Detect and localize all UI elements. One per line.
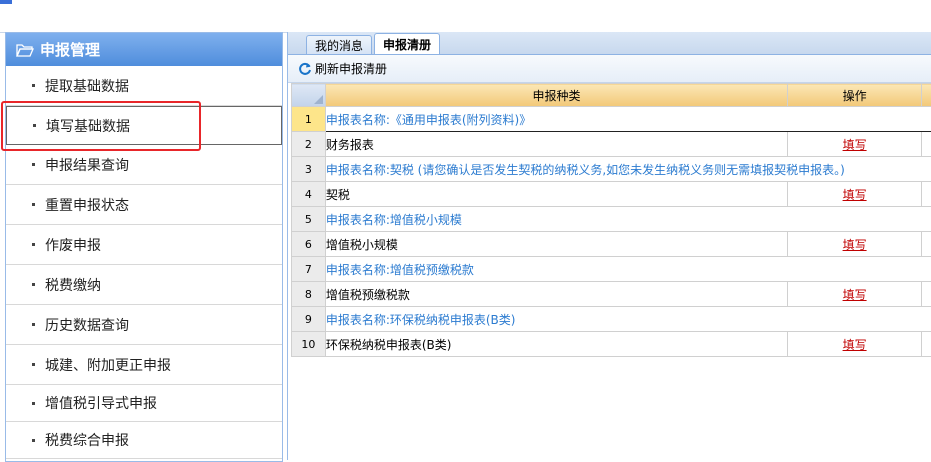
sidebar-item-label: 提取基础数据 [45,76,129,96]
sidebar-item-label: 税费缴纳 [45,275,101,295]
bullet-icon [32,323,35,326]
sidebar-item-reset-status[interactable]: 重置申报状态 [6,185,282,225]
row-number: 3 [292,157,326,182]
sidebar-item-label: 税费综合申报 [45,430,129,450]
table-row[interactable]: 8 增值税预缴税款 填写 [292,282,931,307]
sidebar-item-label: 重置申报状态 [45,195,129,215]
form-name: 增值税预缴税款 [325,282,787,307]
table-row[interactable]: 10 环保税纳税申报表(B类) 填写 [292,332,931,357]
sidebar-item-surcharge-correction[interactable]: 城建、附加更正申报 [6,345,282,385]
column-header-filler [921,84,931,107]
folder-open-icon [16,43,34,57]
section-title[interactable]: 申报表名称:契税 (请您确认是否发生契税的纳税义务,如您未发生纳税义务则无需填报… [325,157,931,182]
sidebar-item-label: 作废申报 [45,235,101,255]
sidebar-item-tax-payment[interactable]: 税费缴纳 [6,265,282,305]
tab-declaration-list[interactable]: 申报清册 [374,33,440,54]
form-name: 环保税纳税申报表(B类) [325,332,787,357]
form-name: 契税 [325,182,787,207]
column-header-type[interactable]: 申报种类 [325,84,787,107]
fill-link[interactable]: 填写 [843,288,867,302]
bullet-icon [33,124,36,127]
column-header-action[interactable]: 操作 [788,84,922,107]
bullet-icon [32,283,35,286]
sidebar-item-label: 申报结果查询 [45,155,129,175]
bullet-icon [32,439,35,442]
toolbar: 刷新申报清册 [288,55,931,83]
table-corner[interactable] [292,84,326,107]
row-number: 10 [292,332,326,357]
table-row[interactable]: 2 财务报表 填写 [292,132,931,157]
row-number: 6 [292,232,326,257]
sidebar: 申报管理 提取基础数据 填写基础数据 申报结果查询 重置申报状态 作废申报 税费… [5,32,283,462]
row-number: 1 [292,107,326,132]
row-number: 5 [292,207,326,232]
bullet-icon [32,402,35,405]
row-number: 8 [292,282,326,307]
declaration-table: 申报种类 操作 1 申报表名称:《通用申报表(附列资料)》 2 财务报表 填写 … [291,83,931,357]
sidebar-item-vat-guided[interactable]: 增值税引导式申报 [6,385,282,422]
sidebar-item-void[interactable]: 作废申报 [6,225,282,265]
fill-link[interactable]: 填写 [843,138,867,152]
row-number: 7 [292,257,326,282]
sidebar-title: 申报管理 [40,39,100,60]
bullet-icon [32,243,35,246]
form-name: 财务报表 [325,132,787,157]
table-header-row: 申报种类 操作 [292,84,931,107]
main-panel: 我的消息 申报清册 刷新申报清册 申报种类 操作 1 申报表名称:《通用申报表(… [287,32,931,460]
sidebar-item-comprehensive[interactable]: 税费综合申报 [6,422,282,459]
table-row[interactable]: 1 申报表名称:《通用申报表(附列资料)》 [292,107,931,132]
table-row[interactable]: 5 申报表名称:增值税小规模 [292,207,931,232]
tab-strip: 我的消息 申报清册 [288,32,931,55]
section-title[interactable]: 申报表名称:环保税纳税申报表(B类) [325,307,931,332]
refresh-button[interactable]: 刷新申报清册 [315,60,387,77]
bullet-icon [32,84,35,87]
sidebar-item-label: 城建、附加更正申报 [45,355,171,375]
section-title[interactable]: 申报表名称:增值税预缴税款 [325,257,931,282]
sidebar-item-label: 历史数据查询 [45,315,129,335]
section-title[interactable]: 申报表名称:《通用申报表(附列资料)》 [325,107,931,132]
tab-my-messages[interactable]: 我的消息 [306,35,372,54]
refresh-icon[interactable] [298,62,312,76]
table-row[interactable]: 4 契税 填写 [292,182,931,207]
bullet-icon [32,163,35,166]
section-title[interactable]: 申报表名称:增值税小规模 [325,207,931,232]
row-number: 9 [292,307,326,332]
bullet-icon [32,363,35,366]
row-number: 4 [292,182,326,207]
table-row[interactable]: 7 申报表名称:增值税预缴税款 [292,257,931,282]
sidebar-item-extract-data[interactable]: 提取基础数据 [6,66,282,106]
sidebar-item-fill-data[interactable]: 填写基础数据 [6,106,282,145]
sidebar-header[interactable]: 申报管理 [6,33,282,66]
sidebar-item-history[interactable]: 历史数据查询 [6,305,282,345]
fill-link[interactable]: 填写 [843,238,867,252]
top-accent [0,0,12,4]
sidebar-item-label: 填写基础数据 [46,116,130,136]
top-bar [0,0,931,33]
sidebar-item-label: 增值税引导式申报 [45,393,157,413]
form-name: 增值税小规模 [325,232,787,257]
table-row[interactable]: 3 申报表名称:契税 (请您确认是否发生契税的纳税义务,如您未发生纳税义务则无需… [292,157,931,182]
bullet-icon [32,203,35,206]
table-row[interactable]: 6 增值税小规模 填写 [292,232,931,257]
table-row[interactable]: 9 申报表名称:环保税纳税申报表(B类) [292,307,931,332]
row-number: 2 [292,132,326,157]
fill-link[interactable]: 填写 [843,188,867,202]
fill-link[interactable]: 填写 [843,338,867,352]
sidebar-item-result-query[interactable]: 申报结果查询 [6,145,282,185]
